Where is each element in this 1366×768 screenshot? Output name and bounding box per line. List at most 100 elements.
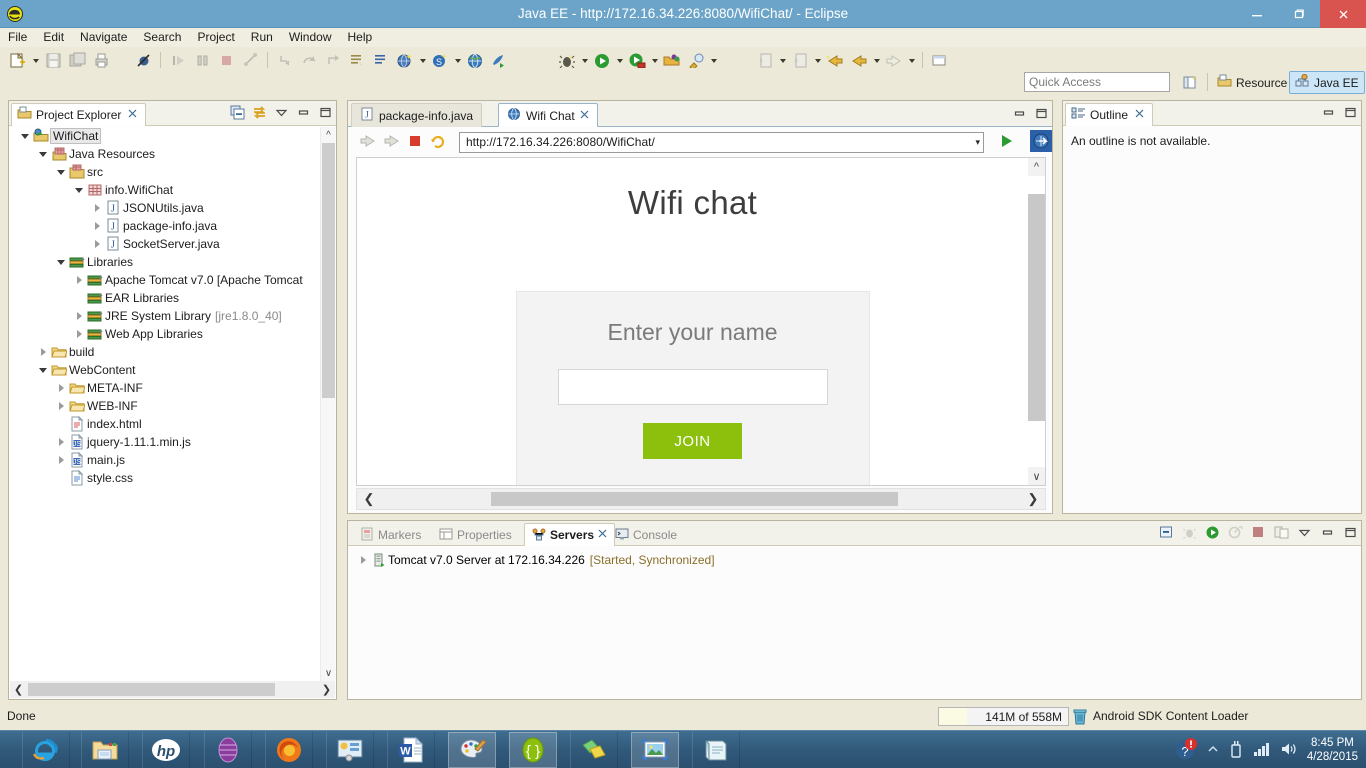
tree-item[interactable]: Libraries xyxy=(10,253,320,271)
menu-search[interactable]: Search xyxy=(135,28,189,47)
collapse-twisty-icon[interactable] xyxy=(72,181,86,199)
page-vscroll-thumb[interactable] xyxy=(1028,194,1045,421)
expand-twisty-icon[interactable] xyxy=(356,551,370,569)
tree-item[interactable]: Apache Tomcat v7.0 [Apache Tomcat xyxy=(10,271,320,289)
project-tree[interactable]: WifiChat Java Resources src info.WifiChat J J… xyxy=(10,127,320,681)
tree-item[interactable]: META-INF xyxy=(10,379,320,397)
scroll-left-icon[interactable]: ❮ xyxy=(10,681,27,698)
close-button[interactable] xyxy=(1320,0,1366,28)
taskbar-json-viewer[interactable]: { } xyxy=(509,732,557,768)
close-icon[interactable] xyxy=(580,110,589,122)
close-icon[interactable] xyxy=(128,109,137,121)
network-signal-icon[interactable] xyxy=(1253,741,1271,760)
profile-icon[interactable] xyxy=(1227,524,1243,540)
menu-help[interactable]: Help xyxy=(340,28,381,47)
scroll-right-icon[interactable]: ❯ xyxy=(318,681,335,698)
tree-item[interactable]: JS jquery-1.11.1.min.js xyxy=(10,433,320,451)
new-perspective-icon[interactable] xyxy=(1180,72,1202,93)
menu-navigate[interactable]: Navigate xyxy=(72,28,135,47)
stop-icon[interactable] xyxy=(408,134,422,151)
chevron-down-icon[interactable]: ▾ xyxy=(975,137,980,148)
taskbar-file-explorer[interactable] xyxy=(81,732,129,768)
tree-item[interactable]: WifiChat xyxy=(10,127,320,145)
expand-twisty-icon[interactable] xyxy=(72,307,86,325)
expand-twisty-icon[interactable] xyxy=(54,433,68,451)
taskbar-clock[interactable]: 8:45 PM 4/28/2015 xyxy=(1307,736,1358,764)
expand-twisty-icon[interactable] xyxy=(72,271,86,289)
name-input[interactable] xyxy=(557,369,828,405)
maximize-icon[interactable] xyxy=(1342,104,1358,120)
taskbar-microsoft-word[interactable]: W xyxy=(387,732,435,768)
tree-item[interactable]: index.html xyxy=(10,415,320,433)
maximize-icon[interactable] xyxy=(1033,105,1049,121)
publish-icon[interactable] xyxy=(1273,524,1289,540)
scroll-down-icon[interactable]: ∨ xyxy=(321,665,336,681)
tree-item[interactable]: info.WifiChat xyxy=(10,181,320,199)
trash-icon[interactable] xyxy=(1072,708,1088,725)
open-external-browser-icon[interactable] xyxy=(1030,129,1052,155)
tree-item[interactable]: Web App Libraries xyxy=(10,325,320,343)
minimize-icon[interactable] xyxy=(1320,104,1336,120)
taskbar-remote-desktop[interactable] xyxy=(326,732,374,768)
browser-hscroll-thumb[interactable] xyxy=(491,492,898,506)
taskbar-firefox[interactable] xyxy=(265,732,313,768)
expand-twisty-icon[interactable] xyxy=(36,343,50,361)
expand-twisty-icon[interactable] xyxy=(90,235,104,253)
tree-item[interactable]: JS main.js xyxy=(10,451,320,469)
heap-status[interactable]: 141M of 558M xyxy=(938,707,1069,726)
start-icon[interactable] xyxy=(1204,524,1220,540)
tree-item[interactable]: src xyxy=(10,163,320,181)
maximize-icon[interactable] xyxy=(1342,524,1358,540)
project-tree-hscrollbar[interactable]: ❮ ❯ xyxy=(10,681,335,698)
server-list-row[interactable]: Tomcat v7.0 Server at 172.16.34.226 [Sta… xyxy=(356,551,715,569)
tree-item[interactable]: EAR Libraries xyxy=(10,289,320,307)
view-menu-icon[interactable] xyxy=(1296,524,1312,540)
tree-item[interactable]: JRE System Library [jre1.8.0_40] xyxy=(10,307,320,325)
tab-servers[interactable]: Servers xyxy=(524,523,616,546)
tree-item[interactable]: J JSONUtils.java xyxy=(10,199,320,217)
scroll-right-icon[interactable]: ❯ xyxy=(1021,489,1045,509)
tab-wifi-chat[interactable]: Wifi Chat xyxy=(498,103,598,127)
tab-properties[interactable]: Properties xyxy=(431,523,520,546)
url-input[interactable]: http://172.16.34.226:8080/WifiChat/ xyxy=(466,135,975,149)
volume-icon[interactable] xyxy=(1280,741,1298,760)
expand-twisty-icon[interactable] xyxy=(90,217,104,235)
refresh-icon[interactable] xyxy=(429,132,446,152)
url-bar[interactable]: http://172.16.34.226:8080/WifiChat/ ▾ xyxy=(459,131,984,153)
collapse-twisty-icon[interactable] xyxy=(36,361,50,379)
taskbar-notepad[interactable] xyxy=(692,732,740,768)
stop-icon[interactable] xyxy=(1250,524,1266,540)
view-menu-icon[interactable] xyxy=(273,104,289,120)
taskbar-hp[interactable]: hp xyxy=(142,732,190,768)
join-button[interactable]: JOIN xyxy=(643,423,742,459)
browser-hscrollbar[interactable]: ❮ ❯ xyxy=(356,488,1046,510)
scroll-up-icon[interactable]: ^ xyxy=(1028,158,1045,176)
tree-item[interactable]: Java Resources xyxy=(10,145,320,163)
page-vscrollbar[interactable]: ^ ∨ xyxy=(1028,158,1045,485)
menu-window[interactable]: Window xyxy=(281,28,340,47)
taskbar-sticky-notes[interactable] xyxy=(570,732,618,768)
collapse-all-icon[interactable] xyxy=(229,104,245,120)
new-server-icon[interactable] xyxy=(1158,524,1174,540)
minimize-icon[interactable] xyxy=(1011,105,1027,121)
tree-item[interactable]: WEB-INF xyxy=(10,397,320,415)
expand-twisty-icon[interactable] xyxy=(54,397,68,415)
maximize-icon[interactable] xyxy=(317,104,333,120)
action-center-alert-icon[interactable]: ? xyxy=(1174,737,1198,764)
tree-item[interactable]: build xyxy=(10,343,320,361)
scroll-up-icon[interactable]: ^ xyxy=(321,127,336,143)
taskbar-internet-explorer[interactable] xyxy=(22,732,70,768)
tree-item[interactable]: Jpackage-info.java xyxy=(10,217,320,235)
expand-twisty-icon[interactable] xyxy=(72,325,86,343)
perspective-resource[interactable]: Resource xyxy=(1212,71,1292,94)
collapse-twisty-icon[interactable] xyxy=(54,163,68,181)
tab-console[interactable]: Console xyxy=(607,523,685,546)
scroll-left-icon[interactable]: ❮ xyxy=(357,489,381,509)
collapse-twisty-icon[interactable] xyxy=(54,253,68,271)
tab-package-info-java[interactable]: J package-info.java xyxy=(351,103,483,127)
go-icon[interactable] xyxy=(999,133,1015,152)
vscroll-thumb[interactable] xyxy=(322,143,335,398)
scroll-down-icon[interactable]: ∨ xyxy=(1028,467,1045,485)
debug-icon[interactable] xyxy=(1181,524,1197,540)
taskbar-photo-viewer[interactable] xyxy=(631,732,679,768)
